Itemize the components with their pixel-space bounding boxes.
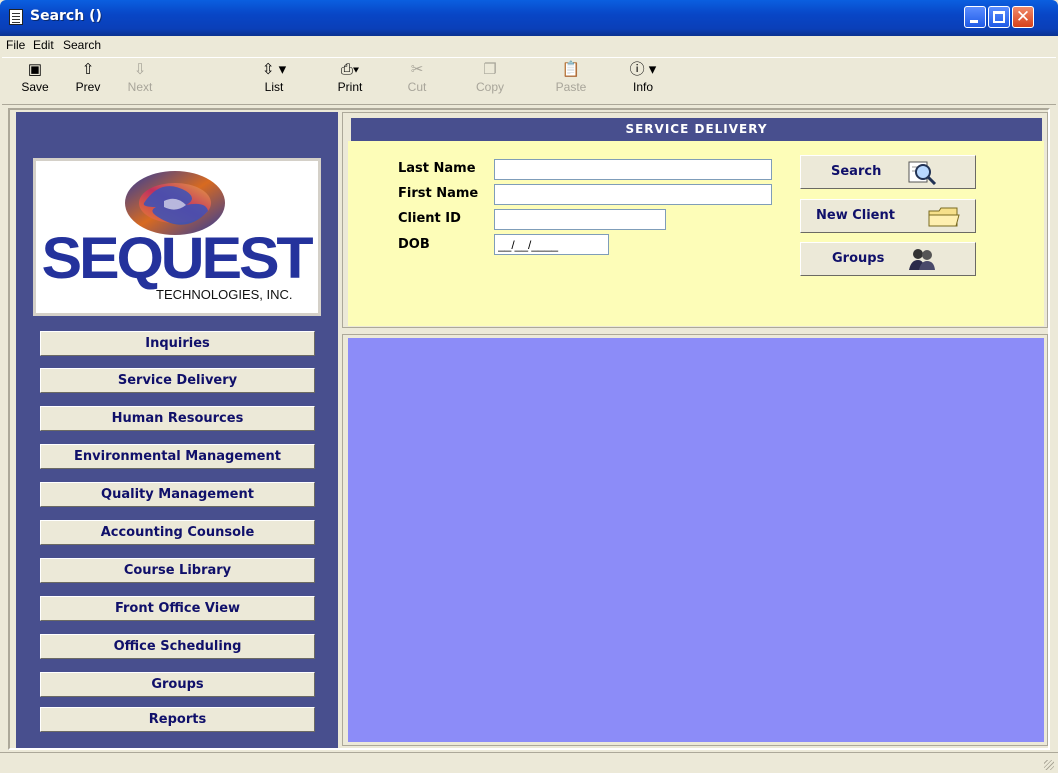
down-arrow-icon: ⇩ — [133, 61, 147, 78]
printer-icon: ⎙▾ — [340, 61, 360, 78]
client-id-input[interactable] — [494, 209, 666, 230]
groups-button[interactable]: Groups — [800, 242, 976, 276]
panel-header: SERVICE DELIVERY — [351, 118, 1042, 141]
window-title: Search () — [30, 8, 102, 24]
paste-label: Paste — [555, 80, 587, 94]
close-button[interactable]: ✕ — [1012, 6, 1034, 28]
nav-course-library-button[interactable]: Course Library — [40, 558, 315, 583]
print-label: Print — [337, 80, 363, 94]
cut-label: Cut — [407, 80, 427, 94]
nav-inquiries-button[interactable]: Inquiries — [40, 331, 315, 356]
close-icon: ✕ — [1015, 7, 1031, 27]
search-button-label: Search — [831, 164, 882, 179]
first-name-label: First Name — [398, 186, 479, 201]
save-button[interactable]: ▣ Save — [12, 60, 58, 102]
client-id-label: Client ID — [398, 211, 461, 226]
nav-reports-button[interactable]: Reports — [40, 707, 315, 732]
first-name-input[interactable] — [494, 184, 772, 205]
logo-subtitle: TECHNOLOGIES, INC. — [156, 287, 293, 302]
list-label: List — [264, 80, 284, 94]
menu-file[interactable]: File — [6, 38, 25, 52]
magnifier-icon — [908, 161, 937, 185]
title-bar[interactable]: Search () ✕ — [0, 0, 1058, 36]
info-label: Info — [632, 80, 653, 94]
groups-button-label: Groups — [832, 251, 885, 266]
results-area[interactable] — [348, 338, 1044, 742]
up-arrow-icon: ⇧ — [81, 61, 95, 78]
next-button[interactable]: ⇩ Next — [117, 60, 163, 102]
maximize-icon — [993, 11, 1005, 23]
nav-groups-button[interactable]: Groups — [40, 672, 315, 697]
prev-label: Prev — [75, 80, 101, 94]
print-button[interactable]: ⎙▾ Print — [327, 60, 373, 102]
last-name-label: Last Name — [398, 161, 476, 176]
prev-button[interactable]: ⇧ Prev — [65, 60, 111, 102]
info-icon: ⓘ ▾ — [629, 61, 657, 78]
dob-input[interactable] — [494, 234, 609, 255]
floppy-icon: ▣ — [27, 61, 43, 78]
scissors-icon: ✂ — [410, 61, 424, 78]
maximize-button[interactable] — [988, 6, 1010, 28]
menu-bar: File Edit Search — [0, 36, 1058, 56]
status-bar — [0, 752, 1058, 773]
nav-office-scheduling-button[interactable]: Office Scheduling — [40, 634, 315, 659]
list-button[interactable]: ⇳ ▾ List — [251, 60, 297, 102]
minimize-button[interactable] — [964, 6, 986, 28]
cut-button[interactable]: ✂ Cut — [394, 60, 440, 102]
new-client-button[interactable]: New Client — [800, 199, 976, 233]
toolbar: ▣ Save ⇧ Prev ⇩ Next ⇳ ▾ List ⎙▾ Print ✂… — [2, 57, 1056, 105]
menu-edit[interactable]: Edit — [33, 38, 54, 52]
save-label: Save — [21, 80, 49, 94]
resize-grip-icon[interactable] — [1044, 760, 1054, 770]
nav-front-office-view-button[interactable]: Front Office View — [40, 596, 315, 621]
new-client-button-label: New Client — [816, 208, 895, 223]
nav-quality-management-button[interactable]: Quality Management — [40, 482, 315, 507]
nav-service-delivery-button[interactable]: Service Delivery — [40, 368, 315, 393]
app-icon — [9, 9, 23, 25]
next-label: Next — [127, 80, 153, 94]
list-icon: ⇳ ▾ — [261, 61, 287, 78]
copy-label: Copy — [475, 80, 504, 94]
paste-button[interactable]: 📋 Paste — [548, 60, 594, 102]
nav-environmental-management-button[interactable]: Environmental Management — [40, 444, 315, 469]
nav-accounting-counsole-button[interactable]: Accounting Counsole — [40, 520, 315, 545]
nav-human-resources-button[interactable]: Human Resources — [40, 406, 315, 431]
company-logo: SEQUEST TECHNOLOGIES, INC. — [33, 158, 321, 316]
info-button[interactable]: ⓘ ▾ Info — [620, 60, 666, 102]
copy-button[interactable]: ❐ Copy — [467, 60, 513, 102]
menu-search[interactable]: Search — [63, 38, 101, 52]
search-button[interactable]: Search — [800, 155, 976, 189]
last-name-input[interactable] — [494, 159, 772, 180]
dob-label: DOB — [398, 237, 430, 252]
minimize-icon — [970, 20, 978, 23]
people-group-icon — [909, 249, 935, 270]
logo-name: SEQUEST — [41, 226, 314, 291]
copy-icon: ❐ — [483, 61, 497, 78]
clipboard-icon: 📋 — [561, 61, 581, 78]
folder-icon — [928, 207, 960, 227]
